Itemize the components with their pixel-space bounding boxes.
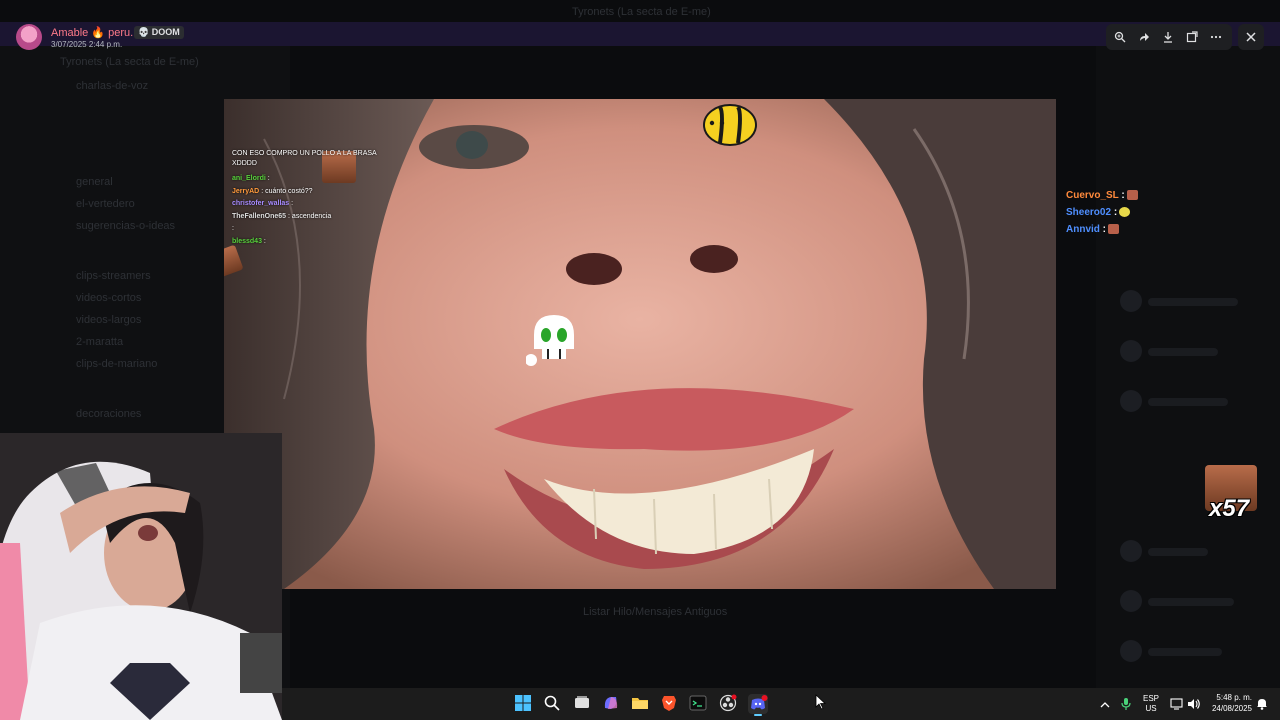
- channel-item: 2-maratta: [76, 336, 124, 348]
- emote-icon: [1108, 224, 1120, 235]
- post-timestamp: 3/07/2025 2:44 p.m.: [51, 40, 123, 49]
- media-toolbar: [1106, 24, 1232, 50]
- twitch-chat-overlay: CON ESO COMPRO UN POLLO A LA BRASA XDDDD…: [232, 149, 452, 248]
- emote-icon: [1119, 207, 1131, 218]
- system-clock[interactable]: 5:48 p. m. 24/08/2025: [1206, 692, 1252, 714]
- download-icon[interactable]: [1158, 27, 1178, 47]
- chat-message: JerryAD : cuánto costó??: [232, 187, 313, 195]
- avatar: [1120, 340, 1142, 362]
- mouse-cursor-icon: [815, 694, 827, 715]
- channel-item: el-vertedero: [76, 198, 135, 210]
- channel-item: sugerencias-o-ideas: [76, 220, 176, 232]
- member-placeholder: [1148, 598, 1234, 606]
- channel-item: decoraciones: [76, 408, 142, 420]
- member-placeholder: [1148, 398, 1228, 406]
- avatar: [1120, 290, 1142, 312]
- load-older-messages: Listar Hilo/Mensajes Antiguos: [583, 606, 728, 618]
- member-placeholder: [1148, 348, 1218, 356]
- channel-item: clips-streamers: [76, 270, 151, 282]
- streamer-webcam: [0, 433, 282, 720]
- emote-combo: x57: [1205, 465, 1257, 523]
- active-app-indicator: [754, 714, 762, 716]
- avatar: [1120, 590, 1142, 612]
- channel-item: videos-largos: [76, 314, 142, 326]
- media-viewer-header: Amable 🔥 peru... 💀 DOOM 3/07/2025 2:44 p…: [0, 18, 1280, 58]
- channel-item: charlas-de-voz: [76, 80, 149, 92]
- avatar[interactable]: [16, 24, 42, 50]
- background-member-list: [1096, 46, 1280, 688]
- chat-message: Annvid :: [1066, 221, 1146, 238]
- task-view-icon[interactable]: [573, 694, 593, 714]
- zoom-icon[interactable]: [1110, 27, 1130, 47]
- chat-message: Cuervo_SL :: [1066, 187, 1146, 204]
- skull-emote-icon: [525, 311, 582, 372]
- terminal-icon[interactable]: [689, 694, 709, 714]
- channel-item: clips-de-mariano: [76, 358, 158, 370]
- member-placeholder: [1148, 548, 1208, 556]
- language-indicator[interactable]: ESP US: [1143, 694, 1159, 714]
- avatar: [1120, 390, 1142, 412]
- member-placeholder: [1148, 298, 1238, 306]
- chat-message: TheFallenOne65 : ascendencia: [232, 212, 332, 220]
- webcam-frame: [0, 433, 282, 720]
- avatar: [1120, 640, 1142, 662]
- volume-icon[interactable]: [1187, 697, 1201, 715]
- forward-icon[interactable]: [1134, 27, 1154, 47]
- network-icon[interactable]: [1170, 697, 1184, 715]
- windows-start-icon[interactable]: [514, 694, 534, 714]
- chat-message: ani_Elordi :: [232, 175, 270, 182]
- clan-tag-badge: 💀 DOOM: [134, 26, 184, 39]
- bee-emote-icon: [702, 99, 758, 154]
- chat-message: :: [232, 225, 234, 232]
- channel-item: videos-cortos: [76, 292, 142, 304]
- close-icon[interactable]: [1238, 24, 1264, 50]
- chat-message: christofer_wallas :: [232, 200, 294, 207]
- file-explorer-icon[interactable]: [631, 694, 651, 714]
- search-icon[interactable]: [543, 694, 563, 714]
- chevron-up-icon[interactable]: [1099, 698, 1111, 716]
- obs-icon[interactable]: [719, 694, 739, 714]
- chat-message: CON ESO COMPRO UN POLLO A LA BRASA XDDDD: [232, 150, 377, 167]
- chat-message: Sheero02 :: [1066, 204, 1146, 221]
- microphone-icon[interactable]: [1120, 697, 1132, 716]
- video-player[interactable]: CON ESO COMPRO UN POLLO A LA BRASA XDDDD…: [224, 99, 1056, 589]
- discord-icon[interactable]: [748, 694, 768, 714]
- emote-icon: [1126, 190, 1138, 201]
- window-title: Tyronets (La secta de E-me): [572, 6, 711, 18]
- more-icon[interactable]: [1206, 27, 1226, 47]
- member-placeholder: [1148, 648, 1222, 656]
- right-chat-overlay: Cuervo_SL : Sheero02 : Annvid :: [1066, 187, 1146, 238]
- avatar: [1120, 540, 1142, 562]
- brave-icon[interactable]: [660, 694, 680, 714]
- notification-bell-icon[interactable]: [1256, 697, 1268, 715]
- combo-counter: x57: [1209, 495, 1250, 522]
- copilot-icon[interactable]: [602, 694, 622, 714]
- chat-message: blessd43 :: [232, 237, 266, 245]
- channel-item: general: [76, 176, 113, 188]
- author-name[interactable]: Amable 🔥 peru...: [51, 26, 139, 39]
- open-external-icon[interactable]: [1182, 27, 1202, 47]
